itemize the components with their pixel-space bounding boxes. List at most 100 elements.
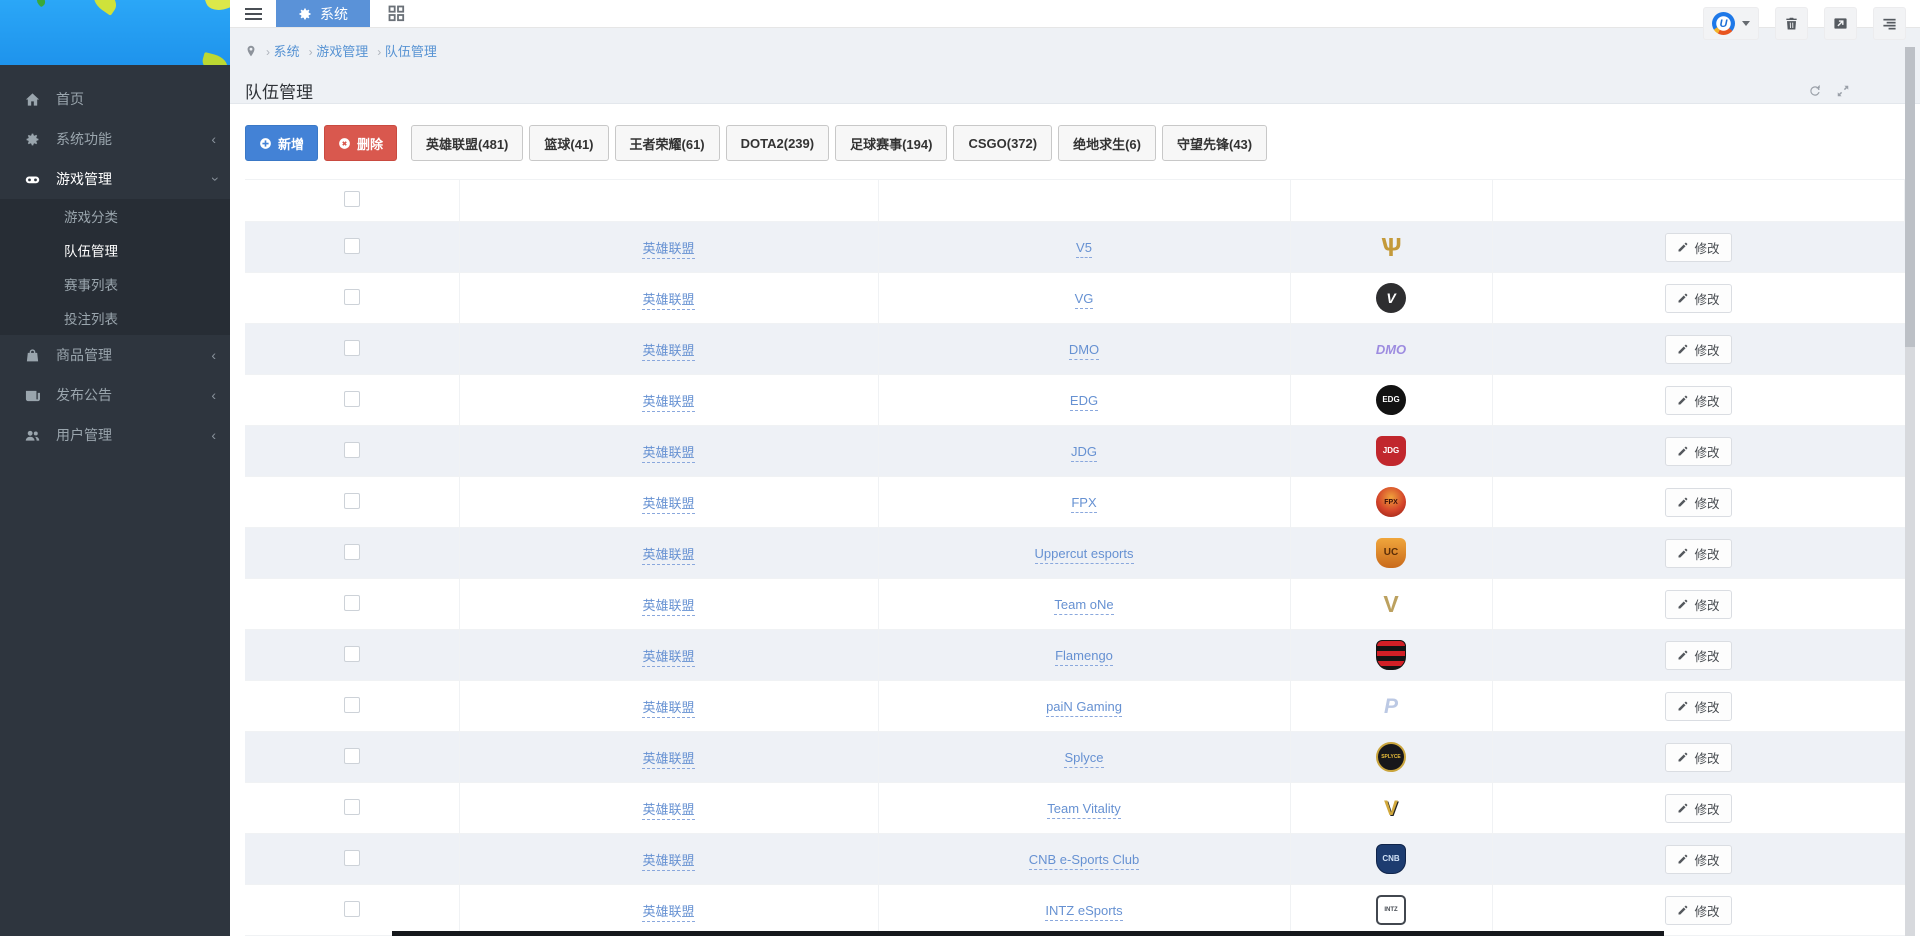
team-link[interactable]: JDG [1071,444,1097,462]
edit-button[interactable]: 修改 [1665,539,1731,568]
edit-button[interactable]: 修改 [1665,590,1731,619]
row-checkbox[interactable] [344,595,360,611]
expand-icon[interactable] [1836,84,1850,98]
team-link[interactable]: CNB e-Sports Club [1029,852,1140,870]
category-link[interactable]: 英雄联盟 [642,547,694,565]
external-link-icon [1833,16,1848,31]
breadcrumb-link[interactable]: 队伍管理 [385,44,437,59]
breadcrumb-link[interactable]: 系统 [274,44,300,59]
sidebar-subitem[interactable]: 队伍管理 [0,233,230,267]
delete-button[interactable]: 删除 [324,125,397,161]
edit-button[interactable]: 修改 [1665,743,1731,772]
category-link[interactable]: 英雄联盟 [642,751,694,769]
game-filter-tab[interactable]: 足球赛事(194) [835,125,947,161]
edit-button[interactable]: 修改 [1665,488,1731,517]
category-link[interactable]: 英雄联盟 [642,700,694,718]
add-button[interactable]: 新增 [245,125,318,161]
category-link[interactable]: 英雄联盟 [642,445,694,463]
game-filter-tab[interactable]: 守望先锋(43) [1162,125,1267,161]
team-cell: DMO [878,324,1290,375]
team-link[interactable]: EDG [1070,393,1098,411]
team-link[interactable]: Splyce [1064,750,1103,768]
row-checkbox[interactable] [344,544,360,560]
category-link[interactable]: 英雄联盟 [642,496,694,514]
open-frontend-button[interactable] [1824,7,1857,40]
row-checkbox[interactable] [344,289,360,305]
row-checkbox[interactable] [344,697,360,713]
category-link[interactable]: 英雄联盟 [642,394,694,412]
refresh-icon[interactable] [1808,84,1822,98]
row-checkbox[interactable] [344,391,360,407]
category-link[interactable]: 英雄联盟 [642,241,694,259]
log-list-button[interactable] [1873,7,1906,40]
row-checkbox[interactable] [344,340,360,356]
table-row: 英雄联盟 Team Vitality V 修改 [245,783,1905,834]
sidebar-item-label: 系统功能 [56,129,211,149]
scrollbar-thumb[interactable] [1905,47,1915,347]
team-link[interactable]: Uppercut esports [1035,546,1134,564]
category-link[interactable]: 英雄联盟 [642,802,694,820]
sidebar-item[interactable]: 游戏管理 [0,159,230,199]
breadcrumb-separator: › [377,45,381,59]
sidebar-item[interactable]: 商品管理 [0,335,230,375]
sidebar-item[interactable]: 系统功能 [0,119,230,159]
row-checkbox[interactable] [344,493,360,509]
team-link[interactable]: Team Vitality [1047,801,1120,819]
team-link[interactable]: Flamengo [1055,648,1113,666]
vertical-scrollbar[interactable] [1905,47,1915,936]
category-link[interactable]: 英雄联盟 [642,343,694,361]
category-link[interactable]: 英雄联盟 [642,853,694,871]
sidebar-item[interactable]: 用户管理 [0,415,230,455]
breadcrumb-link[interactable]: 游戏管理 [316,44,368,59]
category-link[interactable]: 英雄联盟 [642,904,694,922]
edit-button[interactable]: 修改 [1665,233,1731,262]
game-filter-tab[interactable]: 王者荣耀(61) [615,125,720,161]
row-checkbox[interactable] [344,850,360,866]
sidebar-subitem[interactable]: 赛事列表 [0,267,230,301]
team-link[interactable]: INTZ eSports [1045,903,1122,921]
apps-grid-button[interactable] [370,0,422,27]
edit-button[interactable]: 修改 [1665,692,1731,721]
icon-cell: P [1290,681,1492,732]
edit-button[interactable]: 修改 [1665,284,1731,313]
tab-system[interactable]: 系统 [276,0,370,27]
edit-button[interactable]: 修改 [1665,845,1731,874]
team-link[interactable]: VG [1075,291,1094,309]
sidebar-item[interactable]: 首页 [0,79,230,119]
category-link[interactable]: 英雄联盟 [642,292,694,310]
category-link[interactable]: 英雄联盟 [642,598,694,616]
edit-button[interactable]: 修改 [1665,335,1731,364]
sidebar-item[interactable]: 发布公告 [0,375,230,415]
category-link[interactable]: 英雄联盟 [642,649,694,667]
team-link[interactable]: V5 [1076,240,1092,258]
user-menu-button[interactable]: U [1703,7,1759,40]
game-filter-tab[interactable]: 英雄联盟(481) [411,125,523,161]
game-filter-tab[interactable]: 篮球(41) [529,125,608,161]
game-filter-tab[interactable]: 绝地求生(6) [1058,125,1156,161]
edit-button[interactable]: 修改 [1665,386,1731,415]
edit-button[interactable]: 修改 [1665,437,1731,466]
team-link[interactable]: paiN Gaming [1046,699,1122,717]
sidebar-toggle-button[interactable] [230,0,276,27]
sidebar-subitem[interactable]: 投注列表 [0,301,230,335]
bottom-scrollbar-thumb[interactable] [392,931,1664,936]
sidebar-logo[interactable] [0,0,230,65]
row-checkbox[interactable] [344,646,360,662]
row-checkbox[interactable] [344,799,360,815]
row-checkbox[interactable] [344,238,360,254]
row-checkbox[interactable] [344,901,360,917]
team-link[interactable]: FPX [1071,495,1096,513]
team-link[interactable]: Team oNe [1054,597,1113,615]
edit-button[interactable]: 修改 [1665,641,1731,670]
select-all-checkbox[interactable] [344,191,360,207]
team-link[interactable]: DMO [1069,342,1099,360]
row-checkbox[interactable] [344,748,360,764]
edit-button[interactable]: 修改 [1665,794,1731,823]
sidebar-subitem[interactable]: 游戏分类 [0,199,230,233]
leaf-decoration [35,0,48,7]
game-filter-tab[interactable]: DOTA2(239) [726,125,829,161]
game-filter-tab[interactable]: CSGO(372) [953,125,1052,161]
trash-button[interactable] [1775,7,1808,40]
edit-button[interactable]: 修改 [1665,896,1731,925]
row-checkbox[interactable] [344,442,360,458]
